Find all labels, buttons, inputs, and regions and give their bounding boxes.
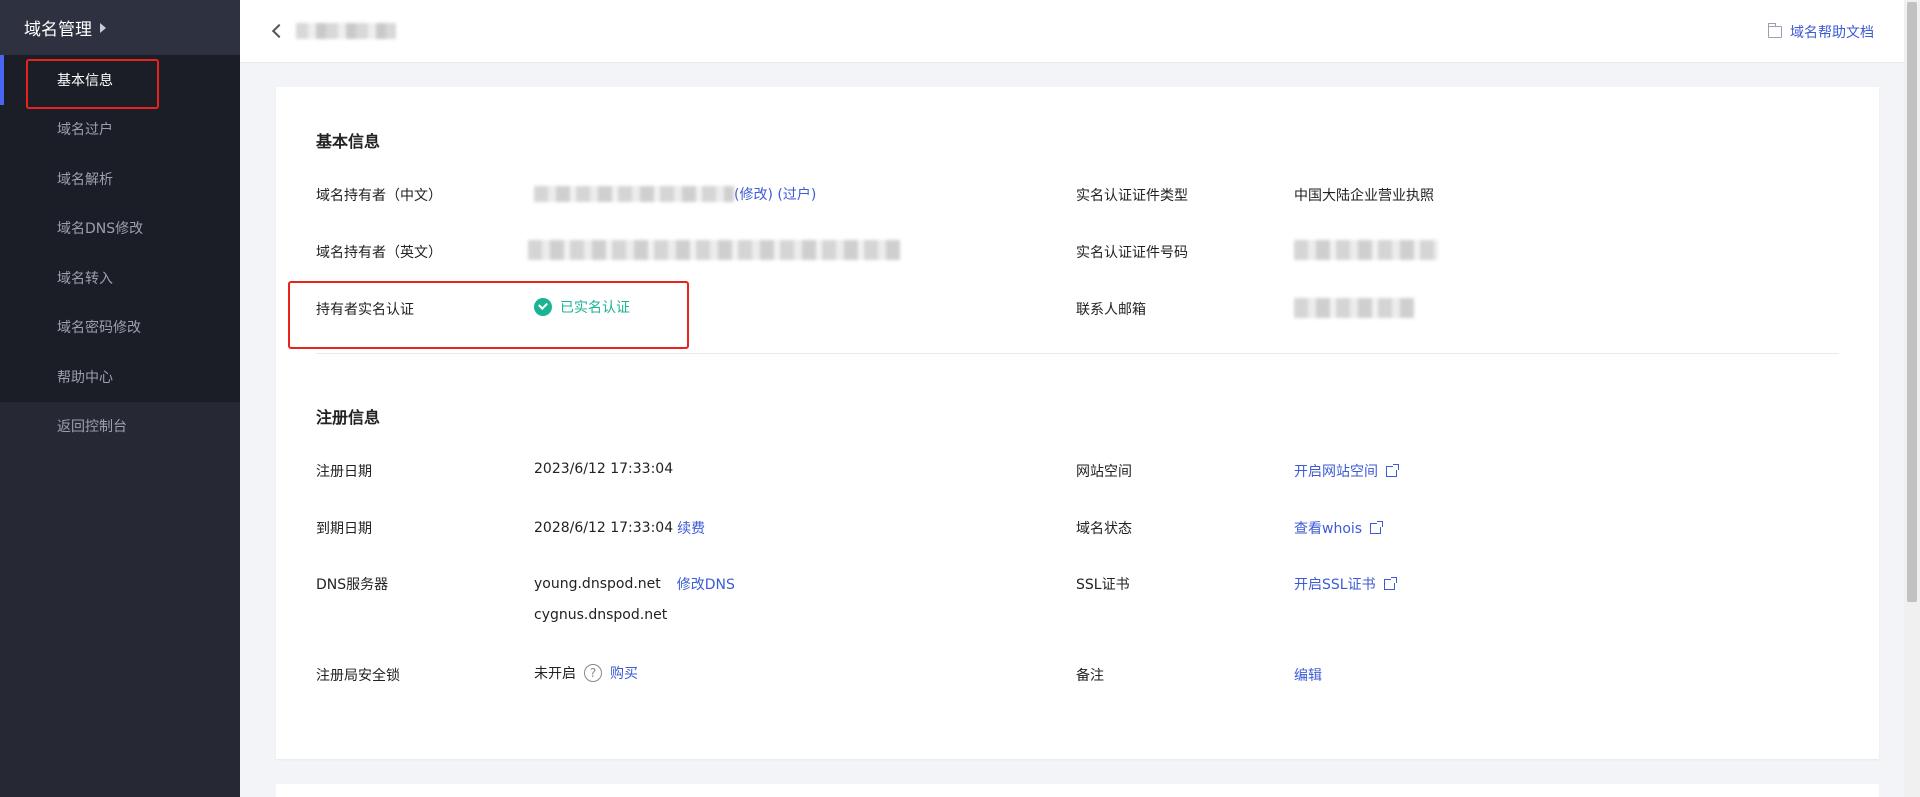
owner-cn-value: (修改) (过户) — [534, 184, 816, 204]
website-label: 网站空间 — [1076, 464, 1132, 480]
dns-server-2: cygnus.dnspod.net — [534, 607, 668, 623]
help-doc-link[interactable]: 域名帮助文档 — [1768, 22, 1874, 42]
whois-link-row[interactable]: 查看whois — [1294, 518, 1384, 538]
sidebar-item-help[interactable]: 帮助中心 — [0, 352, 240, 402]
owner-en-value — [528, 240, 900, 260]
sidebar-header[interactable]: 域名管理 — [0, 0, 240, 55]
sidebar-item-label: 帮助中心 — [57, 369, 113, 386]
highlight-box-realname — [288, 281, 689, 349]
sidebar-back-console[interactable]: 返回控制台 — [0, 402, 240, 452]
basic-info-title: 基本信息 — [316, 132, 381, 151]
scrollbar[interactable] — [1904, 0, 1920, 797]
sidebar-item-transfer-in[interactable]: 域名转入 — [0, 253, 240, 303]
reg-info-title: 注册信息 — [316, 408, 381, 427]
next-card — [276, 784, 1879, 797]
sidebar-item-transfer[interactable]: 域名过户 — [0, 105, 240, 155]
scrollbar-thumb[interactable] — [1907, 2, 1917, 602]
cert-type-value: 中国大陆企业营业执照 — [1294, 188, 1434, 204]
status-label: 域名状态 — [1076, 521, 1132, 537]
note-edit-link[interactable]: 编辑 — [1294, 665, 1322, 685]
external-link-icon — [1370, 520, 1384, 534]
dns-1-row: young.dnspod.net 修改DNS — [534, 574, 735, 594]
owner-en-redacted — [528, 240, 900, 260]
email-redacted — [1294, 298, 1414, 318]
help-doc-label: 域名帮助文档 — [1790, 25, 1874, 41]
dns-server-1: young.dnspod.net — [534, 576, 661, 592]
back-arrow-icon[interactable] — [271, 23, 287, 39]
renew-link[interactable]: 续费 — [677, 518, 705, 538]
exp-date-text: 2028/6/12 17:33:04 — [534, 520, 674, 536]
website-link[interactable]: 开启网站空间 — [1294, 461, 1378, 481]
cert-no-value — [1294, 240, 1438, 260]
owner-en-label: 域名持有者（英文） — [316, 245, 442, 261]
modify-dns-link[interactable]: 修改DNS — [677, 574, 735, 594]
domain-info-card: 基本信息 域名持有者（中文） (修改) (过户) 域名持有者（英文） 持有者实名… — [276, 87, 1879, 759]
sidebar-item-label: 域名过户 — [57, 122, 113, 139]
website-link-row[interactable]: 开启网站空间 — [1294, 461, 1399, 481]
exp-date-value: 2028/6/12 17:33:04 续费 — [534, 518, 705, 538]
sidebar-item-label: 域名DNS修改 — [57, 221, 144, 238]
lock-buy-link[interactable]: 购买 — [610, 663, 638, 683]
sidebar-item-label: 域名转入 — [57, 270, 113, 287]
external-link-icon — [1383, 576, 1397, 590]
sidebar-item-dns-modify[interactable]: 域名DNS修改 — [0, 204, 240, 254]
folder-icon — [1768, 23, 1782, 38]
sidebar-item-label: 域名密码修改 — [57, 320, 141, 337]
lock-status: 未开启 — [534, 666, 576, 682]
sidebar-item-password[interactable]: 域名密码修改 — [0, 303, 240, 353]
email-label: 联系人邮箱 — [1076, 302, 1146, 318]
reg-date-value: 2023/6/12 17:33:04 — [534, 461, 674, 477]
owner-cn-label: 域名持有者（中文） — [316, 188, 442, 204]
reg-date-label: 注册日期 — [316, 464, 372, 480]
whois-link[interactable]: 查看whois — [1294, 518, 1362, 538]
note-label: 备注 — [1076, 668, 1104, 684]
highlight-box-sidebar — [26, 59, 159, 109]
exp-date-label: 到期日期 — [316, 521, 372, 537]
sidebar-item-label: 域名解析 — [57, 171, 113, 188]
topbar: 域名帮助文档 — [240, 0, 1904, 63]
cert-no-label: 实名认证证件号码 — [1076, 245, 1188, 261]
cert-type-label: 实名认证证件类型 — [1076, 188, 1188, 204]
external-link-icon — [1386, 463, 1399, 477]
sidebar-title: 域名管理 — [24, 20, 92, 40]
lock-label: 注册局安全锁 — [316, 668, 400, 684]
section-divider — [316, 353, 1839, 354]
cert-no-redacted — [1294, 240, 1438, 260]
sidebar: 域名管理 基本信息 域名过户 域名解析 域名DNS修改 域名转入 域名密码修改 … — [0, 0, 240, 797]
owner-cn-redacted — [534, 186, 734, 202]
question-icon[interactable]: ? — [584, 664, 602, 682]
ssl-label: SSL证书 — [1076, 577, 1130, 593]
caret-right-icon — [100, 22, 106, 33]
sidebar-item-dns-resolve[interactable]: 域名解析 — [0, 154, 240, 204]
sidebar-back-label: 返回控制台 — [57, 419, 127, 436]
dns-label: DNS服务器 — [316, 577, 389, 593]
domain-name-redacted — [296, 23, 396, 39]
ssl-link-row[interactable]: 开启SSL证书 — [1294, 574, 1397, 594]
ssl-link[interactable]: 开启SSL证书 — [1294, 574, 1376, 594]
lock-value: 未开启 ? 购买 — [534, 663, 638, 683]
email-value — [1294, 298, 1414, 318]
note-edit-text[interactable]: 编辑 — [1294, 665, 1322, 685]
owner-cn-links[interactable]: (修改) (过户) — [734, 184, 816, 204]
